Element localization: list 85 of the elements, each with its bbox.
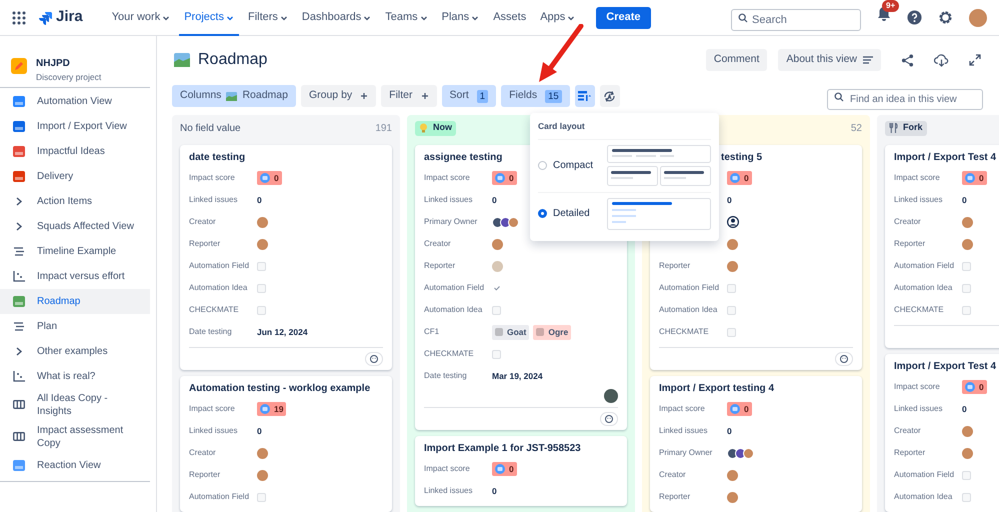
field-label: Linked issues — [424, 194, 474, 206]
field-label: Automation Idea — [894, 491, 954, 503]
card-title: Automation testing - worklog example — [189, 382, 372, 396]
field-label: Creator — [659, 469, 687, 481]
field-label: Creator — [424, 238, 452, 250]
field-label: CHECKMATE — [659, 326, 710, 338]
field-label: Date testing — [189, 326, 233, 338]
column-count: 52 — [850, 122, 862, 136]
field-label: Impact score — [894, 172, 941, 184]
field-label: Automation Idea — [189, 282, 248, 294]
card-title: Import Example 1 for JST-958523 — [424, 442, 582, 456]
score-badge: 0 — [492, 462, 517, 476]
field-label: Linked issues — [659, 425, 708, 437]
field-value: 0 — [492, 484, 497, 498]
field-label: Impact score — [424, 172, 471, 184]
column-tag: Now — [415, 120, 456, 136]
project-type: Discovery project — [36, 71, 102, 84]
column-title: No field value — [180, 122, 241, 136]
field-label: Automation Field — [424, 282, 486, 294]
score-badge: 0 — [727, 171, 752, 185]
field-label: Automation Field — [189, 491, 250, 503]
field-value: Jun 12, 2024 — [257, 326, 308, 338]
option-tag: Goat — [492, 324, 530, 340]
column-tag: Fork — [885, 120, 927, 136]
field-label: CHECKMATE — [189, 304, 240, 316]
field-label: Impact score — [894, 381, 941, 393]
field-label: Automation Idea — [894, 282, 954, 294]
field-label: Creator — [189, 216, 217, 228]
field-label: Impact score — [659, 403, 706, 415]
field-label: Linked issues — [894, 403, 944, 415]
field-value: Mar 19, 2024 — [492, 370, 543, 382]
card-title: date testing — [189, 151, 246, 165]
project-name: NHJPD — [36, 57, 71, 71]
field-value: 0 — [257, 194, 262, 206]
field-label: Automation Idea — [659, 304, 718, 316]
field-label: Creator — [189, 447, 217, 459]
card-title: Import / Export testing 4 — [659, 382, 776, 396]
field-label: Linked issues — [424, 485, 474, 497]
field-label: Reporter — [659, 491, 692, 503]
field-value: 0 — [727, 424, 732, 438]
field-label: Linked issues — [189, 425, 238, 437]
column-count: 191 — [375, 122, 392, 136]
field-value: 0 — [962, 194, 967, 206]
field-label: Creator — [894, 425, 922, 437]
score-badge: 19 — [257, 402, 286, 416]
score-badge: 0 — [492, 171, 517, 185]
card-title: Import / Export Test 4 — [894, 360, 998, 374]
field-label: Date testing — [424, 370, 468, 382]
field-label: Impact score — [189, 172, 236, 184]
field-label: Reporter — [894, 238, 926, 250]
score-badge: 0 — [727, 402, 752, 416]
field-value: 0 — [727, 194, 732, 206]
card-title: Import / Export Test 4 — [894, 151, 998, 165]
option-tag: Ogre — [533, 324, 572, 340]
score-badge: 0 — [257, 171, 282, 185]
field-label: Creator — [894, 216, 922, 228]
field-label: CHECKMATE — [424, 348, 475, 360]
notification-badge: 9+ — [882, 0, 900, 12]
field-label: CF1 — [424, 326, 440, 338]
field-label: Automation Field — [894, 260, 956, 272]
field-value: 0 — [962, 402, 967, 416]
card-title: testing 5 — [720, 151, 764, 165]
field-label: Impact score — [189, 403, 236, 415]
score-badge: 0 — [962, 171, 987, 185]
field-label: Reporter — [424, 260, 456, 272]
field-label: Reporter — [894, 447, 926, 459]
field-label: Reporter — [659, 260, 692, 272]
field-label: Primary Owner — [659, 447, 714, 459]
field-value: 0 — [492, 194, 497, 206]
field-value: 0 — [257, 424, 262, 438]
page-title: Roadmap — [198, 50, 268, 70]
field-label: Reporter — [189, 238, 222, 250]
field-label: Reporter — [189, 469, 222, 481]
score-badge: 0 — [962, 380, 987, 394]
field-label: CHECKMATE — [894, 304, 945, 316]
card-title: assignee testing — [424, 151, 504, 165]
field-label: Impact score — [424, 463, 471, 475]
field-label: Automation Field — [894, 469, 956, 481]
field-label: Automation Field — [189, 260, 250, 272]
popup-title: Card layout — [538, 120, 711, 140]
field-label: Linked issues — [894, 194, 944, 206]
field-label: Automation Field — [659, 282, 720, 294]
field-label: Linked issues — [189, 194, 238, 206]
field-label: Primary Owner — [424, 216, 478, 228]
field-label: Automation Idea — [424, 304, 484, 316]
